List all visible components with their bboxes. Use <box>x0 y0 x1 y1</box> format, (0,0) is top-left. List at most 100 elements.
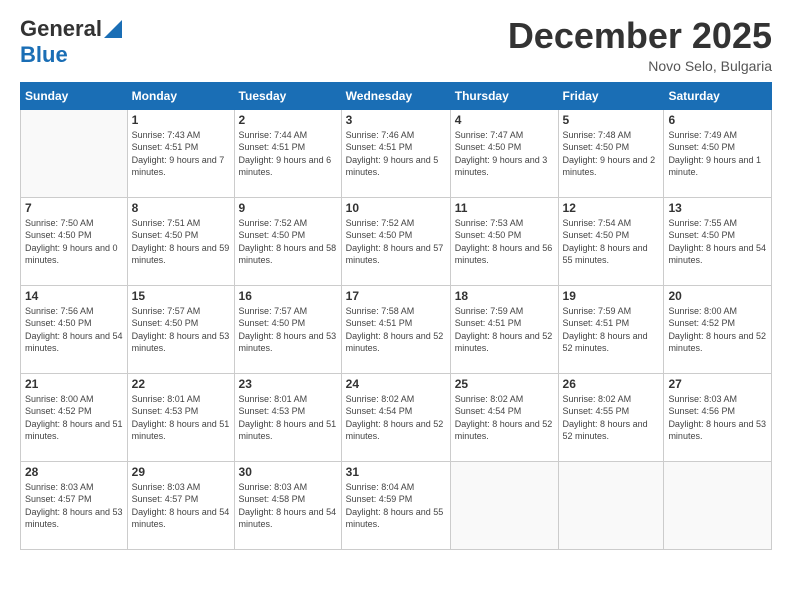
header-saturday: Saturday <box>664 82 772 109</box>
calendar-header-row: Sunday Monday Tuesday Wednesday Thursday… <box>21 82 772 109</box>
logo-general: General <box>20 16 102 42</box>
day-number: 19 <box>563 289 660 303</box>
day-number: 25 <box>455 377 554 391</box>
logo-blue-text: Blue <box>20 42 68 67</box>
table-cell-26: 26 Sunrise: 8:02 AM Sunset: 4:55 PM Dayl… <box>558 373 664 461</box>
day-info: Sunrise: 7:50 AM Sunset: 4:50 PM Dayligh… <box>25 217 123 267</box>
day-number: 26 <box>563 377 660 391</box>
day-number: 5 <box>563 113 660 127</box>
header-thursday: Thursday <box>450 82 558 109</box>
day-number: 16 <box>239 289 337 303</box>
day-info: Sunrise: 7:52 AM Sunset: 4:50 PM Dayligh… <box>346 217 446 267</box>
table-cell-28: 28 Sunrise: 8:03 AM Sunset: 4:57 PM Dayl… <box>21 461 128 549</box>
day-info: Sunrise: 7:54 AM Sunset: 4:50 PM Dayligh… <box>563 217 660 267</box>
table-cell-8: 8 Sunrise: 7:51 AM Sunset: 4:50 PM Dayli… <box>127 197 234 285</box>
day-info: Sunrise: 8:02 AM Sunset: 4:55 PM Dayligh… <box>563 393 660 443</box>
day-info: Sunrise: 8:01 AM Sunset: 4:53 PM Dayligh… <box>132 393 230 443</box>
day-info: Sunrise: 7:57 AM Sunset: 4:50 PM Dayligh… <box>239 305 337 355</box>
day-info: Sunrise: 8:00 AM Sunset: 4:52 PM Dayligh… <box>668 305 767 355</box>
calendar: Sunday Monday Tuesday Wednesday Thursday… <box>20 82 772 550</box>
table-row: 7 Sunrise: 7:50 AM Sunset: 4:50 PM Dayli… <box>21 197 772 285</box>
day-number: 10 <box>346 201 446 215</box>
day-number: 6 <box>668 113 767 127</box>
day-number: 21 <box>25 377 123 391</box>
header-tuesday: Tuesday <box>234 82 341 109</box>
table-cell-5: 5 Sunrise: 7:48 AM Sunset: 4:50 PM Dayli… <box>558 109 664 197</box>
day-info: Sunrise: 7:47 AM Sunset: 4:50 PM Dayligh… <box>455 129 554 179</box>
table-cell-6: 6 Sunrise: 7:49 AM Sunset: 4:50 PM Dayli… <box>664 109 772 197</box>
table-cell-empty <box>664 461 772 549</box>
logo-line: General <box>20 16 122 42</box>
table-cell-13: 13 Sunrise: 7:55 AM Sunset: 4:50 PM Dayl… <box>664 197 772 285</box>
table-cell-9: 9 Sunrise: 7:52 AM Sunset: 4:50 PM Dayli… <box>234 197 341 285</box>
table-cell-25: 25 Sunrise: 8:02 AM Sunset: 4:54 PM Dayl… <box>450 373 558 461</box>
table-cell-1: 1 Sunrise: 7:43 AM Sunset: 4:51 PM Dayli… <box>127 109 234 197</box>
table-row: 1 Sunrise: 7:43 AM Sunset: 4:51 PM Dayli… <box>21 109 772 197</box>
day-info: Sunrise: 8:00 AM Sunset: 4:52 PM Dayligh… <box>25 393 123 443</box>
day-number: 7 <box>25 201 123 215</box>
day-number: 4 <box>455 113 554 127</box>
header-sunday: Sunday <box>21 82 128 109</box>
logo-blue: Blue <box>20 42 122 68</box>
table-row: 21 Sunrise: 8:00 AM Sunset: 4:52 PM Dayl… <box>21 373 772 461</box>
day-number: 8 <box>132 201 230 215</box>
title-area: December 2025 Novo Selo, Bulgaria <box>508 16 772 74</box>
table-cell-31: 31 Sunrise: 8:04 AM Sunset: 4:59 PM Dayl… <box>341 461 450 549</box>
day-info: Sunrise: 8:01 AM Sunset: 4:53 PM Dayligh… <box>239 393 337 443</box>
day-number: 24 <box>346 377 446 391</box>
table-cell-24: 24 Sunrise: 8:02 AM Sunset: 4:54 PM Dayl… <box>341 373 450 461</box>
header-monday: Monday <box>127 82 234 109</box>
table-cell-22: 22 Sunrise: 8:01 AM Sunset: 4:53 PM Dayl… <box>127 373 234 461</box>
day-number: 29 <box>132 465 230 479</box>
day-number: 31 <box>346 465 446 479</box>
day-number: 12 <box>563 201 660 215</box>
day-number: 22 <box>132 377 230 391</box>
day-number: 30 <box>239 465 337 479</box>
table-cell-10: 10 Sunrise: 7:52 AM Sunset: 4:50 PM Dayl… <box>341 197 450 285</box>
day-info: Sunrise: 8:03 AM Sunset: 4:56 PM Dayligh… <box>668 393 767 443</box>
day-info: Sunrise: 8:03 AM Sunset: 4:57 PM Dayligh… <box>132 481 230 531</box>
day-number: 14 <box>25 289 123 303</box>
table-cell-27: 27 Sunrise: 8:03 AM Sunset: 4:56 PM Dayl… <box>664 373 772 461</box>
day-number: 15 <box>132 289 230 303</box>
day-info: Sunrise: 7:49 AM Sunset: 4:50 PM Dayligh… <box>668 129 767 179</box>
table-cell-3: 3 Sunrise: 7:46 AM Sunset: 4:51 PM Dayli… <box>341 109 450 197</box>
day-number: 1 <box>132 113 230 127</box>
day-number: 13 <box>668 201 767 215</box>
table-cell-2: 2 Sunrise: 7:44 AM Sunset: 4:51 PM Dayli… <box>234 109 341 197</box>
table-cell-23: 23 Sunrise: 8:01 AM Sunset: 4:53 PM Dayl… <box>234 373 341 461</box>
table-row: 28 Sunrise: 8:03 AM Sunset: 4:57 PM Dayl… <box>21 461 772 549</box>
table-row: 14 Sunrise: 7:56 AM Sunset: 4:50 PM Dayl… <box>21 285 772 373</box>
day-info: Sunrise: 7:53 AM Sunset: 4:50 PM Dayligh… <box>455 217 554 267</box>
table-cell-15: 15 Sunrise: 7:57 AM Sunset: 4:50 PM Dayl… <box>127 285 234 373</box>
month-title: December 2025 <box>508 16 772 56</box>
table-cell-empty <box>558 461 664 549</box>
table-cell-14: 14 Sunrise: 7:56 AM Sunset: 4:50 PM Dayl… <box>21 285 128 373</box>
table-cell-7: 7 Sunrise: 7:50 AM Sunset: 4:50 PM Dayli… <box>21 197 128 285</box>
day-info: Sunrise: 7:52 AM Sunset: 4:50 PM Dayligh… <box>239 217 337 267</box>
day-info: Sunrise: 8:04 AM Sunset: 4:59 PM Dayligh… <box>346 481 446 531</box>
day-number: 23 <box>239 377 337 391</box>
day-number: 18 <box>455 289 554 303</box>
day-number: 11 <box>455 201 554 215</box>
day-number: 27 <box>668 377 767 391</box>
day-number: 28 <box>25 465 123 479</box>
day-info: Sunrise: 7:57 AM Sunset: 4:50 PM Dayligh… <box>132 305 230 355</box>
table-cell-30: 30 Sunrise: 8:03 AM Sunset: 4:58 PM Dayl… <box>234 461 341 549</box>
table-cell-empty <box>21 109 128 197</box>
table-cell-empty <box>450 461 558 549</box>
table-cell-12: 12 Sunrise: 7:54 AM Sunset: 4:50 PM Dayl… <box>558 197 664 285</box>
day-number: 9 <box>239 201 337 215</box>
logo-wrapper: General Blue <box>20 16 122 68</box>
table-cell-21: 21 Sunrise: 8:00 AM Sunset: 4:52 PM Dayl… <box>21 373 128 461</box>
day-info: Sunrise: 8:02 AM Sunset: 4:54 PM Dayligh… <box>455 393 554 443</box>
day-info: Sunrise: 8:03 AM Sunset: 4:58 PM Dayligh… <box>239 481 337 531</box>
logo-area: General Blue <box>20 16 122 68</box>
table-cell-20: 20 Sunrise: 8:00 AM Sunset: 4:52 PM Dayl… <box>664 285 772 373</box>
day-info: Sunrise: 8:03 AM Sunset: 4:57 PM Dayligh… <box>25 481 123 531</box>
page: General Blue December 2025 Novo Selo, Bu… <box>0 0 792 612</box>
table-cell-18: 18 Sunrise: 7:59 AM Sunset: 4:51 PM Dayl… <box>450 285 558 373</box>
header: General Blue December 2025 Novo Selo, Bu… <box>20 16 772 74</box>
table-cell-17: 17 Sunrise: 7:58 AM Sunset: 4:51 PM Dayl… <box>341 285 450 373</box>
day-info: Sunrise: 7:58 AM Sunset: 4:51 PM Dayligh… <box>346 305 446 355</box>
